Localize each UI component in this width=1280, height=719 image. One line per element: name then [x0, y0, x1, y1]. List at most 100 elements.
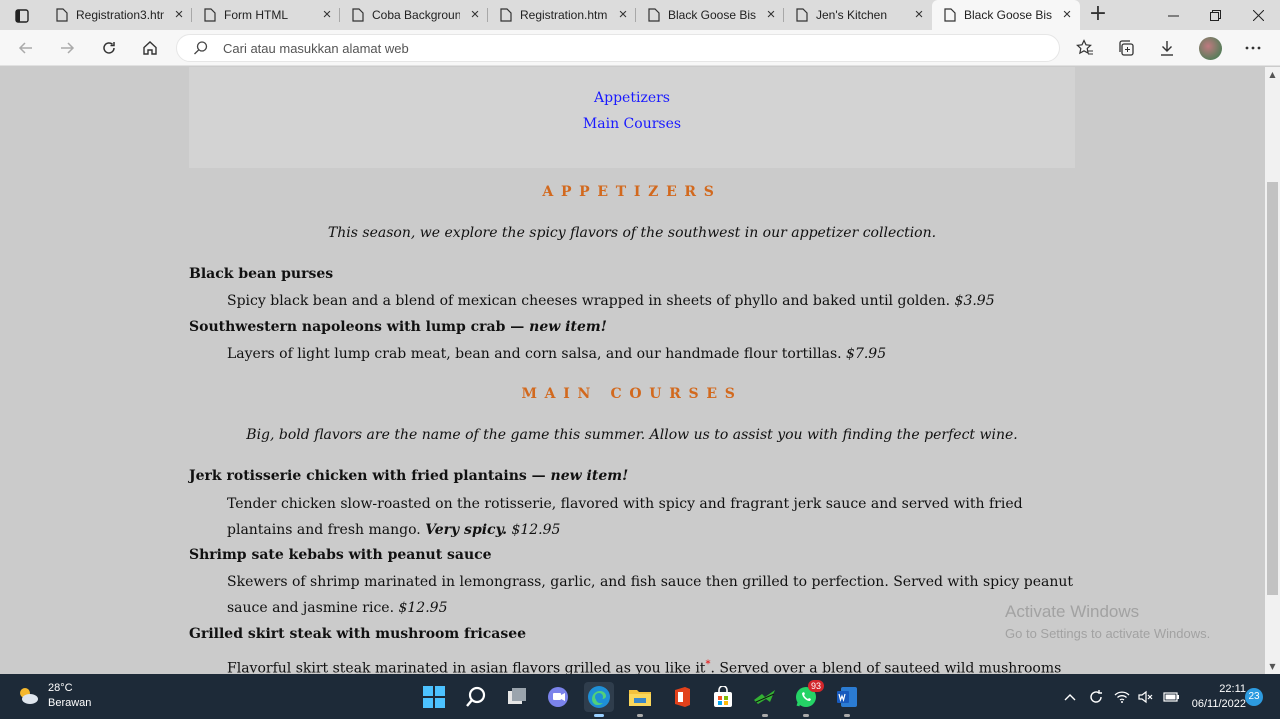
- volume-muted-icon[interactable]: [1138, 690, 1154, 704]
- close-icon[interactable]: ×: [1060, 7, 1074, 22]
- collections-button[interactable]: [1113, 35, 1139, 61]
- page-icon: [796, 8, 808, 22]
- store-bag-icon: [714, 686, 732, 707]
- new-tab-button[interactable]: +: [1086, 3, 1110, 27]
- tab-title: Form HTML: [224, 8, 288, 22]
- dish-name: Grilled skirt steak with mushroom fricas…: [189, 626, 527, 642]
- forward-button[interactable]: [54, 35, 80, 61]
- back-button[interactable]: [13, 35, 39, 61]
- tab-registration3[interactable]: Registration3.html ×: [44, 0, 192, 30]
- activation-watermark-title: Activate Windows: [1005, 602, 1140, 621]
- chevron-up-icon[interactable]: [1064, 693, 1076, 701]
- back-arrow-icon: [18, 42, 32, 54]
- weather-widget[interactable]: 28°C Berawan: [16, 681, 91, 711]
- close-icon[interactable]: ×: [468, 7, 482, 22]
- restore-button[interactable]: [1194, 0, 1236, 30]
- file-explorer-app[interactable]: [625, 682, 655, 717]
- dish-description: Flavorful skirt steak marinated in asian…: [227, 659, 1062, 674]
- folder-icon: [629, 690, 651, 706]
- favorites-button[interactable]: [1072, 35, 1098, 61]
- search-icon: [466, 686, 486, 707]
- refresh-icon: [103, 42, 115, 54]
- battery-icon[interactable]: [1162, 690, 1180, 704]
- system-tray: [1060, 674, 1180, 719]
- close-icon[interactable]: ×: [616, 7, 630, 22]
- refresh-button[interactable]: [96, 35, 122, 61]
- close-icon[interactable]: ×: [764, 7, 778, 22]
- office-icon: [675, 687, 690, 707]
- dish-name: Shrimp sate kebabs with peanut sauce: [189, 547, 492, 563]
- section-heading-appetizers: APPETIZERS: [542, 184, 722, 200]
- page-icon: [944, 8, 956, 22]
- site-nav: Appetizers Main Courses: [189, 67, 1075, 168]
- address-input[interactable]: [223, 40, 1023, 56]
- download-icon: [1161, 41, 1173, 56]
- appetizers-intro: This season, we explore the spicy flavor…: [327, 225, 937, 241]
- page-icon: [352, 8, 364, 22]
- tab-title: Registration.html: [520, 8, 608, 22]
- more-dots-icon: [1245, 46, 1261, 50]
- teams-chat-button[interactable]: [543, 682, 573, 712]
- windows-logo-icon: [423, 686, 445, 708]
- clock[interactable]: 22:11 06/11/2022: [1180, 682, 1246, 712]
- task-view-button[interactable]: [502, 682, 532, 712]
- section-heading-main-courses: MAIN COURSES: [521, 386, 743, 402]
- edge-app[interactable]: [584, 682, 614, 717]
- page-icon: [56, 8, 68, 22]
- tab-actions-icon[interactable]: [8, 6, 36, 26]
- browser-toolbar: [0, 30, 1280, 66]
- taskbar-search-button[interactable]: [461, 682, 491, 712]
- minimize-button[interactable]: [1152, 0, 1194, 30]
- page-icon: [204, 8, 216, 22]
- vertical-scrollbar[interactable]: ▲ ▼: [1265, 67, 1280, 674]
- close-icon[interactable]: ×: [320, 7, 334, 22]
- close-icon[interactable]: ×: [172, 7, 186, 22]
- whatsapp-app[interactable]: 93: [791, 680, 824, 717]
- page-viewport: Appetizers Main Courses APPETIZERS This …: [0, 67, 1265, 674]
- close-icon[interactable]: ×: [912, 7, 926, 22]
- address-bar[interactable]: [176, 34, 1060, 62]
- new-item-tag: new item!: [550, 468, 629, 484]
- notification-badge[interactable]: 23: [1245, 688, 1263, 706]
- nav-link-main-courses[interactable]: Main Courses: [189, 116, 1075, 132]
- scrollbar-thumb[interactable]: [1267, 182, 1278, 595]
- tab-form-html[interactable]: Form HTML ×: [192, 0, 340, 30]
- spicy-note: Very spicy.: [425, 522, 507, 538]
- dish-price: $12.95: [398, 600, 448, 616]
- word-app[interactable]: [832, 682, 862, 717]
- dish-description: Skewers of shrimp marinated in lemongras…: [227, 574, 1074, 616]
- store-app[interactable]: [708, 682, 738, 712]
- start-button[interactable]: [419, 682, 449, 712]
- game-icon: [754, 690, 775, 704]
- home-button[interactable]: [137, 35, 163, 61]
- nav-link-appetizers[interactable]: Appetizers: [189, 90, 1075, 106]
- weather-condition: Berawan: [48, 697, 92, 709]
- dish-description: Tender chicken slow-roasted on the rotis…: [227, 496, 1023, 538]
- edge-icon: [588, 686, 610, 708]
- tab-coba-background[interactable]: Coba Background ×: [340, 0, 488, 30]
- main-courses-intro: Big, bold flavors are the name of the ga…: [246, 427, 1018, 443]
- whatsapp-unread-badge: 93: [807, 680, 824, 692]
- office-app[interactable]: [667, 682, 697, 712]
- tab-black-goose-1[interactable]: Black Goose Bistro ×: [636, 0, 784, 30]
- game-app[interactable]: [750, 682, 780, 717]
- dish-name: Jerk rotisserie chicken with fried plant…: [189, 468, 629, 484]
- chat-icon: [548, 687, 568, 707]
- scroll-down-icon[interactable]: ▼: [1265, 659, 1280, 674]
- settings-menu-button[interactable]: [1240, 35, 1266, 61]
- page-icon: [500, 8, 512, 22]
- clock-time: 22:11: [1219, 683, 1246, 695]
- profile-avatar[interactable]: [1199, 37, 1222, 60]
- forward-arrow-icon: [61, 42, 75, 54]
- wifi-icon[interactable]: [1114, 690, 1130, 704]
- tab-strip: Registration3.html × Form HTML × Coba Ba…: [0, 0, 1280, 30]
- sync-icon[interactable]: [1088, 689, 1104, 705]
- scroll-up-icon[interactable]: ▲: [1265, 67, 1280, 82]
- tab-jens-kitchen[interactable]: Jen's Kitchen ×: [784, 0, 932, 30]
- tab-black-goose-active[interactable]: Black Goose Bistro ×: [932, 0, 1080, 30]
- tab-title: Coba Background: [372, 8, 460, 22]
- favorites-star-icon: [1076, 39, 1093, 55]
- close-window-button[interactable]: [1237, 0, 1279, 30]
- downloads-button[interactable]: [1154, 35, 1180, 61]
- tab-registration[interactable]: Registration.html ×: [488, 0, 636, 30]
